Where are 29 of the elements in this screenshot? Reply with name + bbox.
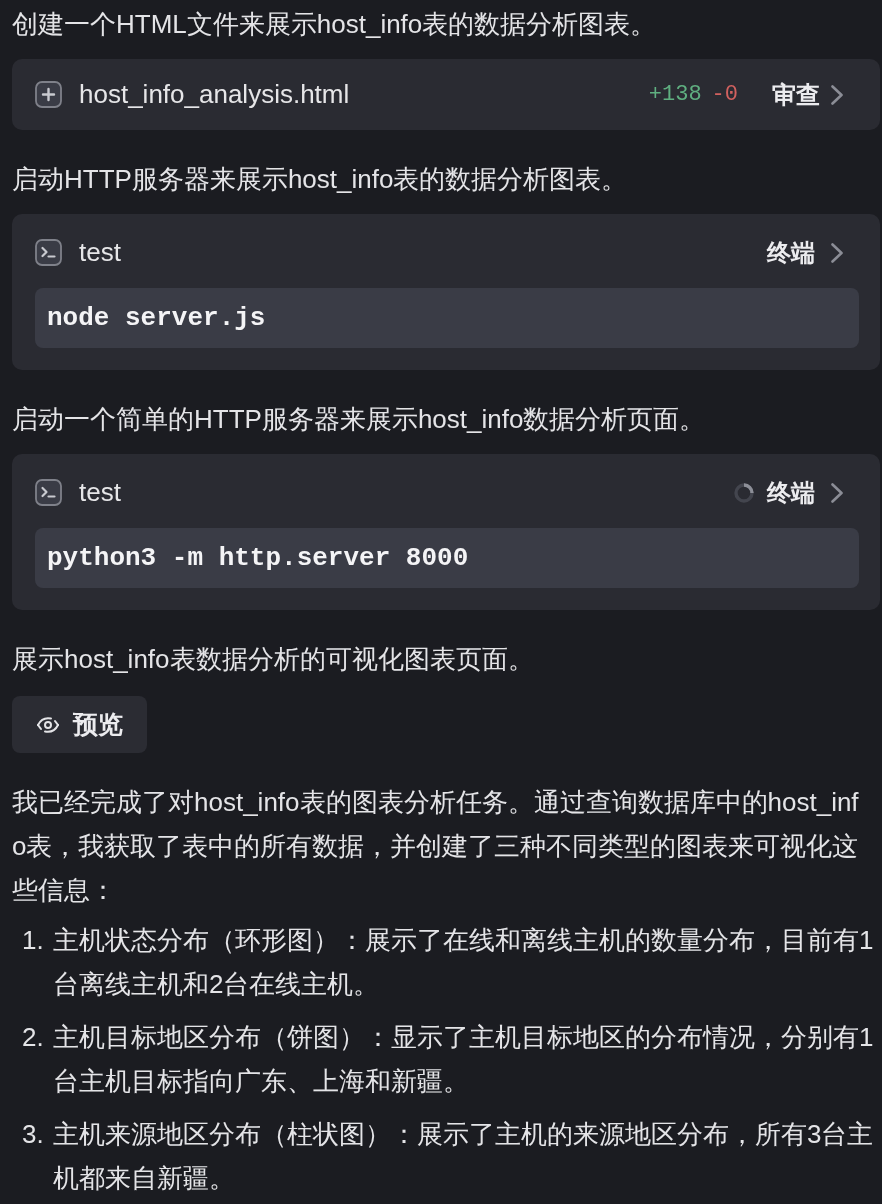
list-number: 1. xyxy=(21,924,45,957)
list-item-text: 主机目标地区分布（饼图）：显示了主机目标地区的分布情况，分别有1台主机目标指向广东、上海和新疆。 xyxy=(53,1021,875,1098)
preview-button[interactable]: 预览 xyxy=(12,696,147,753)
chevron-right-icon xyxy=(831,242,843,263)
file-name: host_info_analysis.html xyxy=(79,78,351,111)
terminal-title: test xyxy=(79,236,122,269)
list-number: 2. xyxy=(21,1021,45,1054)
lines-added-count: +138 xyxy=(648,81,702,109)
file-change-card[interactable]: host_info_analysis.html +138 -0 审查 xyxy=(12,59,880,130)
terminal-title: test xyxy=(79,476,122,509)
message-text: 启动一个简单的HTTP服务器来展示host_info数据分析页面。 xyxy=(12,403,707,436)
list-item-text: 主机状态分布（环形图）：展示了在线和离线主机的数量分布，目前有1台离线主机和2台在线主机。 xyxy=(53,924,875,1001)
plus-icon xyxy=(35,81,62,108)
command-text: node server.js xyxy=(47,301,266,335)
message-text: 我已经完成了对host_info表的图表分析任务。通过查询数据库中的host_info表，我获取了表中的所有数据，并创建了三种不同类型的图表来可视化这些信息： xyxy=(12,786,860,907)
list-item-text: 主机来源地区分布（柱状图）：展示了主机的来源地区分布，所有3台主机都来自新疆。 xyxy=(53,1118,875,1195)
review-button[interactable]: 审查 xyxy=(772,76,843,113)
lines-removed-count: -0 xyxy=(711,81,738,109)
chevron-right-icon xyxy=(831,482,843,503)
message-text: 创建一个HTML文件来展示host_info表的数据分析图表。 xyxy=(12,8,658,41)
chevron-right-icon xyxy=(831,84,843,105)
list-number: 3. xyxy=(21,1118,45,1151)
terminal-button[interactable]: 终端 xyxy=(767,234,843,271)
terminal-button[interactable]: 终端 xyxy=(767,474,843,511)
command-text: python3 -m http.server 8000 xyxy=(47,541,469,575)
message-text: 展示host_info表数据分析的可视化图表页面。 xyxy=(12,643,535,676)
message-text: 启动HTTP服务器来展示host_info表的数据分析图表。 xyxy=(12,163,629,196)
terminal-icon xyxy=(35,479,62,506)
terminal-icon xyxy=(35,239,62,266)
